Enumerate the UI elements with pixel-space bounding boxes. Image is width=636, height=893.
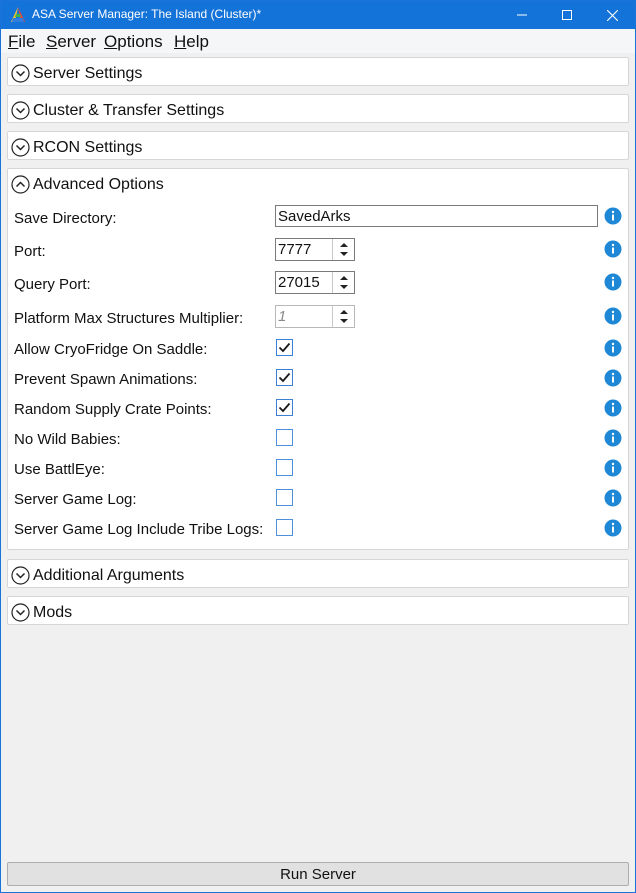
section-header[interactable]: Mods [8,597,628,628]
section-header[interactable]: Server Settings [8,58,628,89]
server-game-log-tribe-checkbox[interactable] [276,519,293,536]
section-mods[interactable]: Mods [7,596,629,625]
section-server-settings[interactable]: Server Settings [7,57,629,86]
allow-cryofridge-checkbox[interactable] [276,339,293,356]
no-wild-babies-checkbox[interactable] [276,429,293,446]
section-title: Mods [33,604,73,621]
query-port-label: Query Port: [14,276,91,293]
section-advanced-options: Advanced Options Save Directory: SavedAr… [7,168,629,550]
menu-bar: File Server Options Help [1,29,635,53]
section-title: Advanced Options [33,176,164,193]
app-window: ASA Server Manager: The Island (Cluster)… [0,0,636,893]
spin-down-icon [340,319,348,323]
maximize-button[interactable] [544,1,590,29]
info-icon[interactable] [604,459,622,477]
close-button[interactable] [589,1,635,29]
checkmark-icon [278,402,291,413]
spin-up-icon[interactable] [333,239,355,249]
menu-server[interactable]: Server [46,32,96,52]
checkmark-icon [278,342,291,353]
server-game-log-tribe-label: Server Game Log Include Tribe Logs: [14,521,264,538]
checkmark-icon [278,372,291,383]
section-rcon[interactable]: RCON Settings [7,131,629,160]
spin-down-icon[interactable] [333,250,355,260]
query-port-value[interactable]: 27015 [278,274,320,291]
section-title: Additional Arguments [33,567,185,584]
section-header[interactable]: Cluster & Transfer Settings [8,95,628,126]
spin-buttons[interactable] [332,272,355,293]
platform-max-label: Platform Max Structures Multiplier: [14,310,244,327]
port-value[interactable]: 7777 [278,241,311,258]
menu-file[interactable]: File [8,32,35,52]
section-cluster-transfer[interactable]: Cluster & Transfer Settings [7,94,629,123]
use-battleye-checkbox[interactable] [276,459,293,476]
section-title: Server Settings [33,65,143,82]
chevron-down-icon[interactable] [11,138,30,157]
server-game-log-label: Server Game Log: [14,491,137,508]
save-directory-input[interactable]: SavedArks [275,205,598,227]
minimize-button[interactable] [499,1,545,29]
info-icon[interactable] [604,519,622,537]
info-icon[interactable] [604,240,622,258]
chevron-down-icon[interactable] [11,64,30,83]
main-content: Server Settings Cluster & Transfer Setti… [1,53,635,858]
info-icon[interactable] [604,489,622,507]
title-bar[interactable]: ASA Server Manager: The Island (Cluster)… [1,1,635,29]
info-icon[interactable] [604,207,622,225]
info-icon[interactable] [604,429,622,447]
platform-max-value: 1 [278,308,287,325]
section-additional-arguments[interactable]: Additional Arguments [7,559,629,588]
query-port-stepper[interactable]: 27015 [275,271,355,294]
no-wild-babies-label: No Wild Babies: [14,431,121,448]
menu-options[interactable]: Options [104,32,163,52]
section-title: RCON Settings [33,139,143,156]
use-battleye-label: Use BattlEye: [14,461,105,478]
chevron-down-icon[interactable] [11,101,30,120]
app-logo-icon [11,7,25,22]
minimize-icon [517,14,527,16]
section-header[interactable]: RCON Settings [8,132,628,163]
allow-cryofridge-label: Allow CryoFridge On Saddle: [14,341,208,358]
platform-max-stepper: 1 [275,305,355,328]
spin-up-icon[interactable] [333,272,355,282]
section-header[interactable]: Additional Arguments [8,560,628,591]
port-label: Port: [14,243,46,260]
close-icon [606,9,618,21]
run-server-button[interactable]: Run Server [7,862,629,886]
prevent-spawn-animations-label: Prevent Spawn Animations: [14,371,198,388]
save-directory-label: Save Directory: [14,210,117,227]
info-icon[interactable] [604,273,622,291]
random-supply-crate-checkbox[interactable] [276,399,293,416]
info-icon[interactable] [604,339,622,357]
info-icon[interactable] [604,369,622,387]
chevron-down-icon[interactable] [11,603,30,622]
server-game-log-checkbox[interactable] [276,489,293,506]
chevron-down-icon[interactable] [11,566,30,585]
maximize-icon [562,10,572,20]
port-stepper[interactable]: 7777 [275,238,355,261]
chevron-up-icon[interactable] [11,175,30,194]
spin-buttons[interactable] [332,239,355,260]
footer-bar: Run Server [1,858,635,892]
window-title: ASA Server Manager: The Island (Cluster)… [32,7,262,21]
section-header[interactable]: Advanced Options [8,169,628,200]
menu-help[interactable]: Help [174,32,209,52]
info-icon[interactable] [604,307,622,325]
prevent-spawn-animations-checkbox[interactable] [276,369,293,386]
spin-up-icon [340,310,348,314]
random-supply-crate-label: Random Supply Crate Points: [14,401,212,418]
section-title: Cluster & Transfer Settings [33,102,225,119]
spin-down-icon[interactable] [333,283,355,293]
spin-buttons [332,306,355,327]
info-icon[interactable] [604,399,622,417]
